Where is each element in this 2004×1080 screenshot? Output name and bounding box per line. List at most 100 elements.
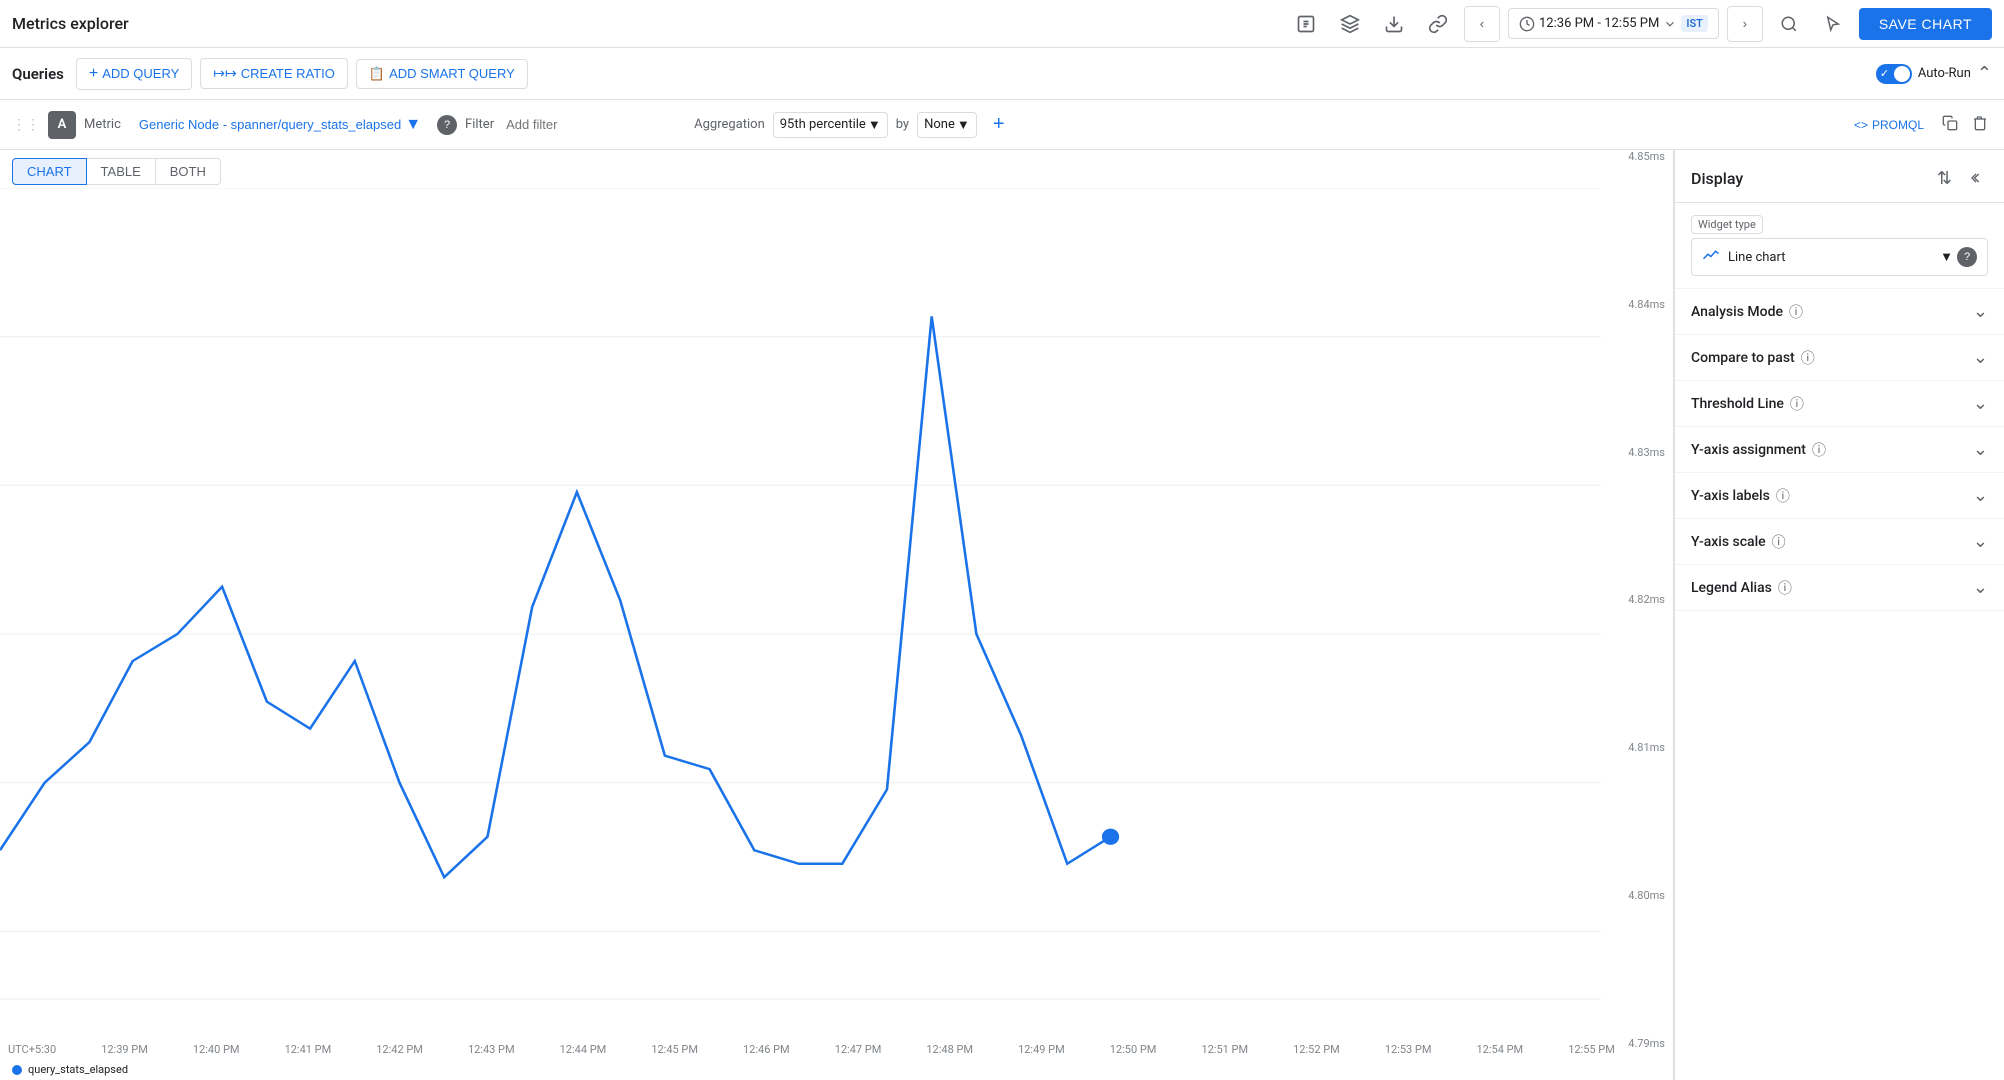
analysis-mode-label-group: Analysis Mode ⓘ bbox=[1691, 302, 1803, 322]
y-axis-labels-label: Y-axis labels bbox=[1691, 488, 1770, 504]
aggregation-dropdown[interactable]: 95th percentile ▼ bbox=[773, 112, 888, 138]
chart-container: 4.85ms 4.84ms 4.83ms 4.82ms 4.81ms 4.80m… bbox=[0, 150, 1673, 1080]
by-label: by bbox=[896, 117, 909, 132]
autorun-toggle[interactable]: ✓ bbox=[1876, 64, 1912, 84]
zoom-icon-btn[interactable] bbox=[1771, 6, 1807, 42]
analysis-mode-row[interactable]: Analysis Mode ⓘ ⌄ bbox=[1675, 289, 2004, 335]
x-label-5: 12:43 PM bbox=[468, 1043, 515, 1056]
cursor-icon-btn[interactable] bbox=[1815, 6, 1851, 42]
filter-section bbox=[502, 115, 686, 134]
next-btn[interactable]: › bbox=[1727, 6, 1763, 42]
x-label-8: 12:46 PM bbox=[743, 1043, 790, 1056]
y-axis-assignment-row[interactable]: Y-axis assignment ⓘ ⌄ bbox=[1675, 427, 2004, 473]
legend-label: query_stats_elapsed bbox=[28, 1063, 128, 1076]
x-label-17: 12:55 PM bbox=[1568, 1043, 1615, 1056]
metric-dropdown-arrow: ▼ bbox=[405, 116, 421, 134]
query-actions: <> PROMQL bbox=[1846, 111, 1992, 138]
save-chart-button[interactable]: SAVE CHART bbox=[1859, 8, 1992, 40]
compare-to-past-help[interactable]: ⓘ bbox=[1801, 348, 1815, 368]
add-aggregation-btn[interactable]: + bbox=[985, 111, 1013, 139]
line-chart-icon bbox=[1702, 248, 1720, 266]
threshold-line-label-group: Threshold Line ⓘ bbox=[1691, 394, 1804, 414]
x-label-1: 12:39 PM bbox=[101, 1043, 148, 1056]
threshold-line-help[interactable]: ⓘ bbox=[1790, 394, 1804, 414]
widget-help-btn[interactable]: ? bbox=[1957, 247, 1977, 267]
prev-btn[interactable]: ‹ bbox=[1464, 6, 1500, 42]
x-label-2: 12:40 PM bbox=[193, 1043, 240, 1056]
copy-query-btn[interactable] bbox=[1938, 111, 1962, 138]
smart-query-icon: 📋 bbox=[369, 66, 385, 82]
by-dropdown[interactable]: None ▼ bbox=[917, 112, 977, 138]
compare-to-past-label: Compare to past bbox=[1691, 350, 1795, 366]
display-header-actions: ⇅ bbox=[1937, 164, 1988, 192]
widget-select-arrow: ▼ bbox=[1940, 249, 1953, 265]
queries-label: Queries bbox=[12, 65, 64, 83]
legend-alias-label: Legend Alias bbox=[1691, 580, 1772, 596]
widget-icon-btn[interactable] bbox=[1332, 6, 1368, 42]
metric-dropdown[interactable]: Generic Node - spanner/query_stats_elaps… bbox=[131, 112, 429, 138]
chart-legend: query_stats_elapsed bbox=[12, 1063, 128, 1076]
embed-icon-btn[interactable] bbox=[1288, 6, 1324, 42]
autorun-container: ✓ Auto-Run ⌃ bbox=[1876, 63, 1992, 84]
delete-query-btn[interactable] bbox=[1968, 111, 1992, 138]
analysis-mode-chevron: ⌄ bbox=[1973, 301, 1988, 322]
threshold-line-row[interactable]: Threshold Line ⓘ ⌄ bbox=[1675, 381, 2004, 427]
widget-type-left: Line chart bbox=[1702, 248, 1785, 266]
chart-svg bbox=[0, 188, 1673, 1080]
widget-type-select[interactable]: Line chart ▼ ? bbox=[1691, 238, 1988, 276]
analysis-mode-help[interactable]: ⓘ bbox=[1789, 302, 1803, 322]
legend-alias-chevron: ⌄ bbox=[1973, 577, 1988, 598]
display-panel: Display ⇅ Widget type Line chart bbox=[1674, 150, 2004, 1080]
y-axis-scale-help[interactable]: ⓘ bbox=[1772, 532, 1786, 552]
widget-type-section: Widget type Line chart ▼ ? bbox=[1675, 203, 2004, 289]
y-axis-scale-label: Y-axis scale bbox=[1691, 534, 1766, 550]
legend-dot bbox=[12, 1065, 22, 1075]
y-axis-assignment-chevron: ⌄ bbox=[1973, 439, 1988, 460]
y-axis-labels-label-group: Y-axis labels ⓘ bbox=[1691, 486, 1790, 506]
aggregation-value: 95th percentile bbox=[780, 117, 866, 132]
time-range-selector[interactable]: 12:36 PM - 12:55 PM IST bbox=[1508, 8, 1719, 39]
app-title: Metrics explorer bbox=[12, 14, 129, 33]
y-axis-scale-row[interactable]: Y-axis scale ⓘ ⌄ bbox=[1675, 519, 2004, 565]
promql-button[interactable]: <> PROMQL bbox=[1846, 114, 1932, 136]
link-icon-btn[interactable] bbox=[1420, 6, 1456, 42]
y-axis-assignment-label-group: Y-axis assignment ⓘ bbox=[1691, 440, 1826, 460]
collapse-button[interactable]: ⌃ bbox=[1977, 63, 1992, 84]
add-query-button[interactable]: + ADD QUERY bbox=[76, 58, 192, 90]
create-ratio-button[interactable]: ↦↦ CREATE RATIO bbox=[200, 58, 348, 89]
compare-to-past-label-group: Compare to past ⓘ bbox=[1691, 348, 1815, 368]
filter-input[interactable] bbox=[502, 115, 686, 134]
query-letter-a: A bbox=[48, 111, 76, 139]
compare-to-past-chevron: ⌄ bbox=[1973, 347, 1988, 368]
chart-area: CHART TABLE BOTH 4.85ms 4.84ms 4.83ms 4.… bbox=[0, 150, 1674, 1080]
y-label-1: 4.85ms bbox=[1628, 150, 1665, 163]
y-axis-scale-label-group: Y-axis scale ⓘ bbox=[1691, 532, 1786, 552]
add-smart-query-button[interactable]: 📋 ADD SMART QUERY bbox=[356, 59, 528, 89]
y-axis-labels-row[interactable]: Y-axis labels ⓘ ⌄ bbox=[1675, 473, 2004, 519]
legend-alias-help[interactable]: ⓘ bbox=[1778, 578, 1792, 598]
by-dropdown-arrow: ▼ bbox=[957, 117, 970, 133]
both-tab[interactable]: BOTH bbox=[156, 158, 221, 185]
add-query-icon: + bbox=[89, 65, 98, 83]
x-axis-labels: UTC+5:30 12:39 PM 12:40 PM 12:41 PM 12:4… bbox=[0, 1043, 1623, 1056]
legend-alias-label-group: Legend Alias ⓘ bbox=[1691, 578, 1792, 598]
legend-alias-row[interactable]: Legend Alias ⓘ ⌄ bbox=[1675, 565, 2004, 611]
drag-handle[interactable]: ⋮⋮ bbox=[12, 117, 40, 133]
sort-icon[interactable]: ⇅ bbox=[1937, 168, 1952, 189]
compare-to-past-row[interactable]: Compare to past ⓘ ⌄ bbox=[1675, 335, 2004, 381]
download-icon-btn[interactable] bbox=[1376, 6, 1412, 42]
timezone-badge: IST bbox=[1681, 15, 1707, 32]
display-title: Display bbox=[1691, 169, 1743, 188]
collapse-display-btn[interactable] bbox=[1960, 164, 1988, 192]
x-label-6: 12:44 PM bbox=[560, 1043, 607, 1056]
x-label-13: 12:51 PM bbox=[1201, 1043, 1248, 1056]
x-label-14: 12:52 PM bbox=[1293, 1043, 1340, 1056]
y-axis-labels-chevron: ⌄ bbox=[1973, 485, 1988, 506]
analysis-mode-label: Analysis Mode bbox=[1691, 304, 1783, 320]
table-tab[interactable]: TABLE bbox=[87, 158, 156, 185]
metric-value: Generic Node - spanner/query_stats_elaps… bbox=[139, 117, 401, 132]
y-axis-assignment-help[interactable]: ⓘ bbox=[1812, 440, 1826, 460]
metric-help-btn[interactable]: ? bbox=[437, 115, 457, 135]
chart-tab[interactable]: CHART bbox=[12, 158, 87, 185]
y-axis-labels-help[interactable]: ⓘ bbox=[1776, 486, 1790, 506]
